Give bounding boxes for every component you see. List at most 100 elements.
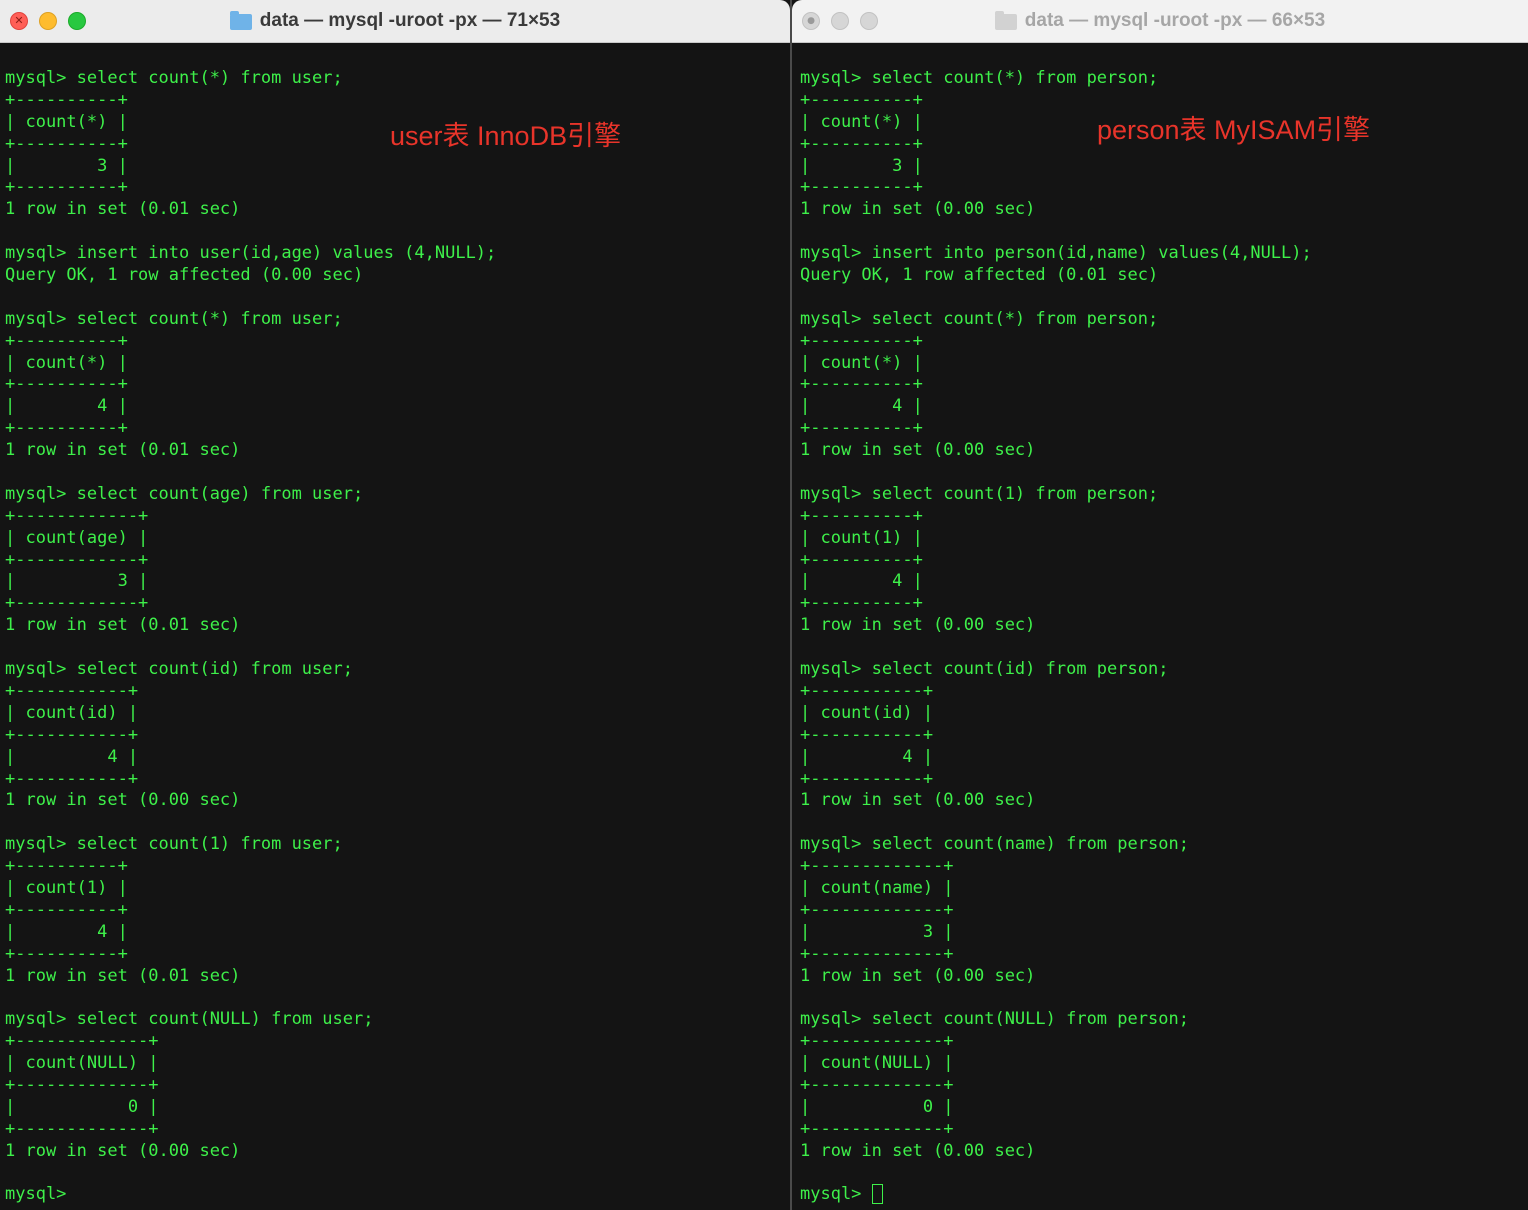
terminal-line: 1 row in set (0.00 sec) <box>800 790 1036 811</box>
window-title: data — mysql -uroot -px — 66×53 <box>1024 10 1326 31</box>
terminal-line: | count(id) | <box>800 702 934 723</box>
terminal-output[interactable]: mysql> select count(*) from user; +------… <box>5 68 496 1206</box>
left-terminal-window[interactable]: ✕ data — mysql -uroot -px — 71×53 mysql>… <box>0 0 790 1210</box>
terminal-line: +----------+ <box>5 943 128 964</box>
terminal-line: +----------+ <box>5 330 128 351</box>
terminal-line: mysql> insert into person(id,name) value… <box>800 243 1312 264</box>
terminal-line: +-------------+ <box>5 1118 159 1139</box>
terminal-line: | 4 | <box>800 746 934 767</box>
window-title: data — mysql -uroot -px — 71×53 <box>259 10 561 31</box>
terminal-line: 1 row in set (0.00 sec) <box>800 1140 1036 1161</box>
terminal-line: 1 row in set (0.00 sec) <box>5 1140 241 1161</box>
terminal-line: +-----------+ <box>800 768 934 789</box>
terminal-line: 1 row in set (0.00 sec) <box>800 615 1036 636</box>
terminal-line: +------------+ <box>5 593 149 614</box>
terminal-line: +----------+ <box>5 177 128 198</box>
terminal-line: +-------------+ <box>800 899 954 920</box>
terminal-line: | 0 | <box>800 1096 954 1117</box>
terminal-line: mysql> select count(NULL) from person; <box>800 1009 1189 1030</box>
terminal-line: +-------------+ <box>5 1031 159 1052</box>
terminal-line: | 3 | <box>800 155 923 176</box>
terminal-cursor <box>871 1184 883 1205</box>
terminal-line: +-----------+ <box>800 724 934 745</box>
right-terminal-window[interactable]: ● data — mysql -uroot -px — 66×53 mysql>… <box>792 0 1528 1210</box>
left-title-bar[interactable]: ✕ data — mysql -uroot -px — 71×53 <box>0 0 790 43</box>
terminal-line: | 3 | <box>5 571 149 592</box>
terminal-line: +------------+ <box>5 505 149 526</box>
terminal-line: +----------+ <box>5 374 128 395</box>
terminal-line: 1 row in set (0.00 sec) <box>800 199 1036 220</box>
folder-icon <box>994 11 1017 30</box>
terminal-line: 1 row in set (0.01 sec) <box>5 440 241 461</box>
terminal-line: +----------+ <box>5 856 128 877</box>
terminal-line: +----------+ <box>5 899 128 920</box>
terminal-line: mysql> select count(*) from person; <box>800 308 1159 329</box>
terminal-line: +-----------+ <box>800 680 934 701</box>
terminal-line: +-----------+ <box>5 768 139 789</box>
terminal-line: | count(1) | <box>800 527 923 548</box>
terminal-line: +----------+ <box>5 89 128 110</box>
terminal-line: | 3 | <box>800 921 954 942</box>
terminal-line: +-------------+ <box>800 1074 954 1095</box>
terminal-line: | 4 | <box>5 396 128 417</box>
terminal-line: +----------+ <box>800 177 923 198</box>
terminal-line: +----------+ <box>5 418 128 439</box>
terminal-line: +------------+ <box>5 549 149 570</box>
terminal-line: mysql> <box>5 1184 77 1205</box>
terminal-line: +----------+ <box>800 549 923 570</box>
folder-icon <box>229 11 252 30</box>
terminal-line: | 4 | <box>5 921 128 942</box>
terminal-line: | count(name) | <box>800 877 954 898</box>
terminal-line: | 3 | <box>5 155 128 176</box>
terminal-line: mysql> select count(id) from user; <box>5 659 353 680</box>
terminal-line: +----------+ <box>800 593 923 614</box>
terminal-line: | count(age) | <box>5 527 149 548</box>
terminal-line: | 4 | <box>800 396 923 417</box>
terminal-line: +----------+ <box>800 330 923 351</box>
terminal-line: mysql> select count(id) from person; <box>800 659 1169 680</box>
terminal-line: mysql> select count(age) from user; <box>5 483 364 504</box>
terminal-line: 1 row in set (0.00 sec) <box>800 965 1036 986</box>
terminal-line: mysql> select count(*) from user; <box>5 68 343 88</box>
terminal-line: | count(*) | <box>5 352 128 373</box>
annotation-label: user表 InnoDB引擎 <box>390 121 622 151</box>
terminal-line: | count(1) | <box>5 877 128 898</box>
terminal-line: | count(id) | <box>5 702 139 723</box>
terminal-line: 1 row in set (0.01 sec) <box>5 615 241 636</box>
terminal-line: +-------------+ <box>800 856 954 877</box>
terminal-line: 1 row in set (0.01 sec) <box>5 965 241 986</box>
terminal-line: Query OK, 1 row affected (0.00 sec) <box>5 265 364 286</box>
terminal-line: mysql> select count(*) from user; <box>5 308 343 329</box>
terminal-line: +-------------+ <box>800 1031 954 1052</box>
annotation-label: person表 MyISAM引擎 <box>1097 115 1371 145</box>
terminal-line: Query OK, 1 row affected (0.01 sec) <box>800 265 1159 286</box>
terminal-line: +-------------+ <box>800 943 954 964</box>
terminal-line: mysql> select count(1) from person; <box>800 483 1159 504</box>
terminal-line: +----------+ <box>800 418 923 439</box>
terminal-line: +-----------+ <box>5 680 139 701</box>
terminal-output[interactable]: mysql> select count(*) from person; +----… <box>800 68 1312 1206</box>
terminal-line: 1 row in set (0.01 sec) <box>5 199 241 220</box>
right-title-bar[interactable]: ● data — mysql -uroot -px — 66×53 <box>792 0 1528 43</box>
terminal-line: mysql> select count(*) from person; <box>800 68 1159 88</box>
terminal-line: 1 row in set (0.00 sec) <box>5 790 241 811</box>
terminal-line: mysql> <box>800 1184 1312 1206</box>
terminal-line: +-------------+ <box>5 1074 159 1095</box>
terminal-line: | 0 | <box>5 1096 159 1117</box>
terminal-line: | count(NULL) | <box>800 1053 954 1074</box>
terminal-line: +-------------+ <box>800 1118 954 1139</box>
terminal-line: mysql> select count(1) from user; <box>5 834 343 855</box>
terminal-line: +----------+ <box>800 505 923 526</box>
terminal-line: | 4 | <box>5 746 139 767</box>
terminal-line: | count(NULL) | <box>5 1053 159 1074</box>
